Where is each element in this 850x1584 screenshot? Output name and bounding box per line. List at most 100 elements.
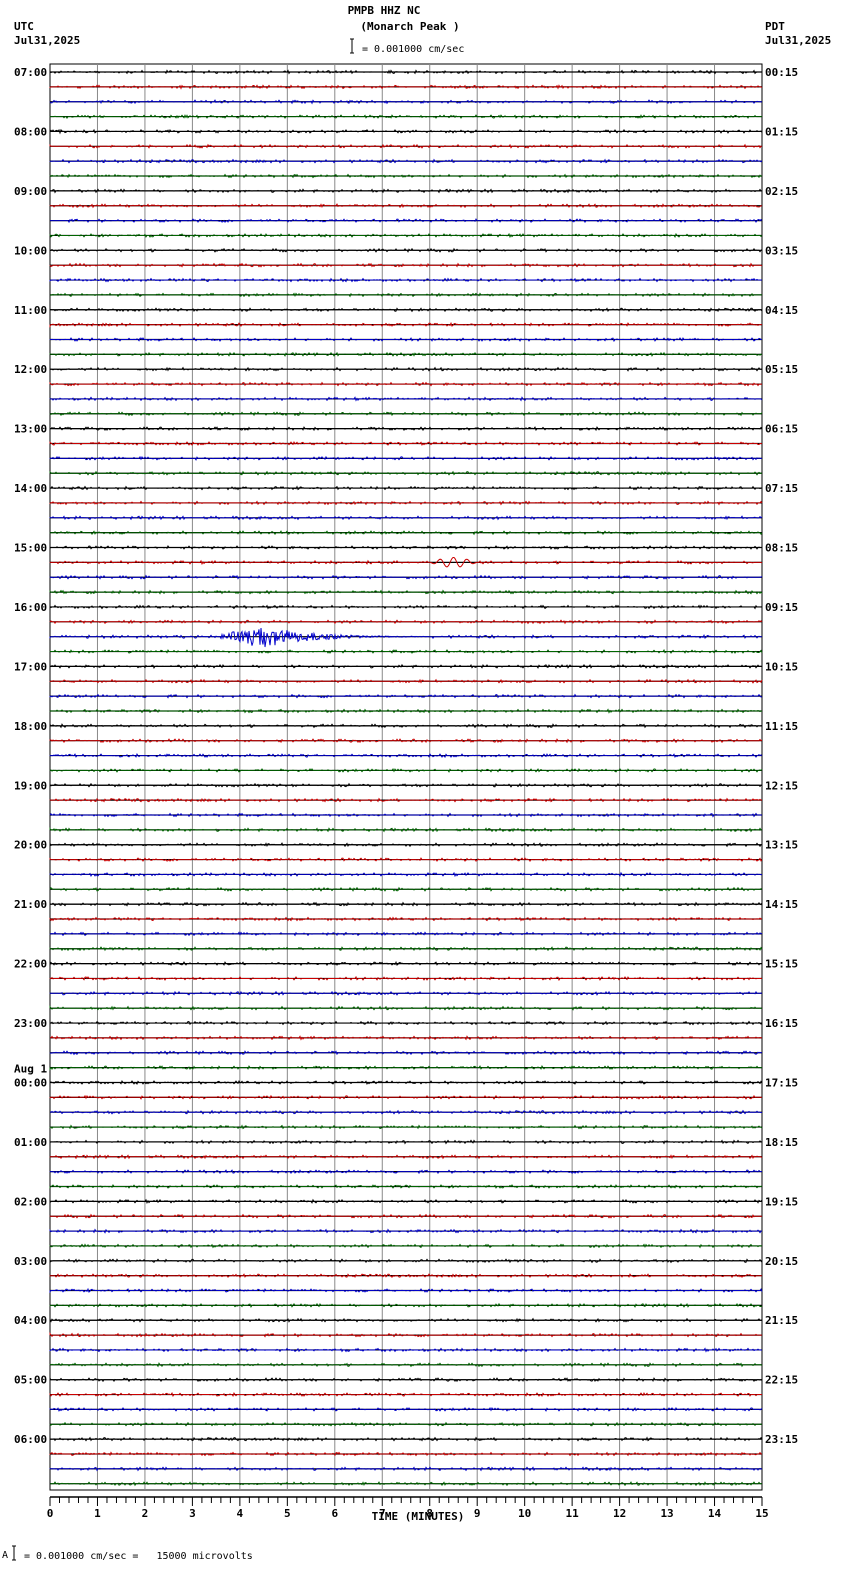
left-timezone: UTC [14,20,34,33]
seismic-trace [49,1243,762,1249]
seismic-trace [49,1124,763,1130]
axis-tick-label: 11 [566,1507,580,1520]
seismic-trace [49,485,762,491]
axis-tick-label: 14 [708,1507,722,1520]
seismic-trace [49,1391,762,1397]
pdt-hour-label: 04:15 [765,304,798,317]
x-axis-label: TIME (MINUTES) [372,1510,465,1523]
seismic-trace [49,470,763,476]
utc-hour-label: 07:00 [14,66,47,79]
seismic-trace [49,544,762,550]
right-timezone: PDT [765,20,785,33]
utc-hour-label: 16:00 [14,601,47,614]
seismic-trace [50,1109,763,1115]
seismic-trace [49,1169,762,1175]
utc-labels: 07:00 08:00 09:00 10:00 11:00 12:00 13:00 14:00… [14,66,47,1446]
pdt-hour-label: 16:15 [765,1017,798,1030]
seismic-trace [49,247,763,253]
utc-hour-label: 05:00 [14,1374,47,1387]
utc-hour-label: 22:00 [14,958,47,971]
date-change-label: Aug 1 [14,1062,47,1075]
seismic-trace [49,886,763,892]
utc-hour-label: 13:00 [14,423,47,436]
station-location: (Monarch Peak ) [360,20,459,33]
axis-tick-label: 13 [660,1507,673,1520]
axis-tick-label: 3 [189,1507,196,1520]
seismic-trace [49,916,762,922]
axis-tick-label: 2 [142,1507,149,1520]
pdt-hour-label: 14:15 [765,898,798,911]
utc-hour-label: 19:00 [14,779,47,792]
utc-hour-label: 12:00 [14,363,47,376]
seismic-trace [49,649,763,654]
seismic-trace [49,1094,763,1100]
pdt-hour-label: 07:15 [765,482,798,495]
utc-hour-label: 06:00 [14,1433,47,1446]
axis-tick-label: 5 [284,1507,291,1520]
seismic-trace [49,1287,763,1294]
pdt-hour-label: 18:15 [765,1136,798,1149]
traces [49,69,763,1487]
seismic-trace [49,990,763,996]
pdt-hour-label: 09:15 [765,601,798,614]
utc-hour-label: 09:00 [14,185,47,198]
pdt-hour-label: 03:15 [765,244,798,257]
utc-hour-label: 15:00 [14,542,47,555]
seismic-trace [49,693,763,699]
utc-hour-label: 20:00 [14,839,47,852]
utc-hour-label: 11:00 [14,304,47,317]
seismic-trace [49,1436,763,1442]
pdt-hour-label: 19:15 [765,1195,798,1208]
pdt-hour-label: 21:15 [765,1314,798,1327]
seismic-trace [49,99,763,105]
axis-tick-label: 9 [474,1507,481,1520]
seismic-trace [50,1481,762,1487]
seismic-trace [49,232,763,239]
seismic-trace [49,321,762,328]
seismic-trace [49,812,762,818]
pdt-hour-label: 00:15 [765,66,798,79]
helicorder-plot: PMPB HHZ NC (Monarch Peak ) UTC Jul31,20… [2,4,831,1562]
seismic-trace [49,1154,763,1160]
left-date: Jul31,2025 [14,34,80,47]
seismic-trace [49,143,762,149]
seismic-trace [49,1362,763,1368]
seismic-trace [49,782,763,788]
pdt-hour-label: 12:15 [765,779,798,792]
pdt-labels: 00:15 01:15 02:15 03:15 04:15 05:15 06:15 07:15… [765,66,798,1446]
footer-scale-bar-icon [12,1545,16,1561]
seismic-trace [49,515,763,521]
utc-hour-label: 04:00 [14,1314,47,1327]
utc-hour-label: 00:00 [14,1076,47,1089]
footer-scale-prefix: A [2,1550,8,1561]
seismic-trace [49,1050,762,1056]
pdt-hour-label: 11:15 [765,720,798,733]
seismic-trace [50,366,762,372]
axis-tick-label: 15 [755,1507,768,1520]
seismic-trace [50,663,762,669]
seismic-trace [49,1406,763,1412]
seismic-trace [49,1139,762,1145]
pdt-hour-label: 15:15 [765,958,798,971]
seismic-trace [49,411,763,417]
scale-bar-icon [350,38,354,54]
seismic-trace [49,84,763,90]
axis-tick-label: 0 [47,1507,54,1520]
axis-tick-label: 10 [518,1507,531,1520]
utc-hour-label: 02:00 [14,1195,47,1208]
seismic-trace [49,1376,763,1383]
pdt-hour-label: 02:15 [765,185,798,198]
seismic-trace [49,557,763,568]
pdt-hour-label: 20:15 [765,1255,798,1268]
seismic-trace [49,1005,762,1011]
seismic-trace [49,589,763,595]
utc-hour-label: 10:00 [14,244,47,257]
seismic-trace [49,203,763,209]
seismic-trace [49,946,763,952]
right-date: Jul31,2025 [765,34,831,47]
utc-hour-label: 14:00 [14,482,47,495]
utc-hour-label: 08:00 [14,125,47,138]
utc-hour-label: 03:00 [14,1255,47,1268]
seismic-trace [49,1258,763,1264]
seismic-trace [49,857,763,863]
